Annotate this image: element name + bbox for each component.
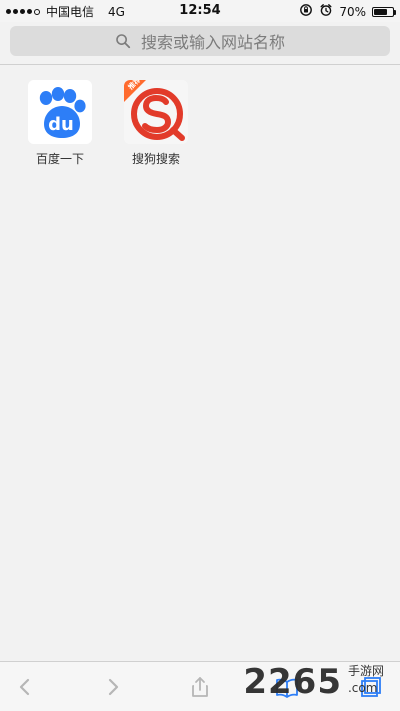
watermark-number: 2265	[243, 662, 342, 702]
status-bar: 中国电信 4G 12:54 70%	[0, 0, 400, 22]
favorites-grid: du 百度一下 推荐 搜狗搜索	[28, 80, 188, 167]
favorite-item-baidu[interactable]: du 百度一下	[28, 80, 92, 167]
top-divider	[0, 64, 400, 65]
share-icon	[192, 677, 208, 697]
chevron-left-icon	[19, 678, 30, 696]
sogou-icon: 推荐	[124, 80, 188, 144]
watermark-tld: .com	[347, 681, 378, 695]
status-right: 70%	[299, 3, 396, 20]
forward-button[interactable]	[98, 672, 128, 702]
battery-icon	[372, 6, 396, 17]
baidu-du-text: du	[48, 114, 74, 135]
share-button[interactable]	[185, 672, 215, 702]
favorite-label: 百度一下	[35, 152, 84, 166]
baidu-tile[interactable]: du	[28, 80, 92, 144]
favorite-item-sogou[interactable]: 推荐 搜狗搜索	[124, 80, 188, 167]
watermark-suffix: 手游网	[347, 664, 384, 678]
address-bar[interactable]: 搜索或输入网站名称	[10, 26, 390, 56]
baidu-icon: du	[28, 80, 92, 144]
rotation-lock-icon	[299, 3, 313, 20]
address-placeholder: 搜索或输入网站名称	[140, 33, 285, 52]
chevron-right-icon	[108, 678, 119, 696]
search-icon	[115, 33, 131, 49]
sogou-tile[interactable]: 推荐	[124, 80, 188, 144]
battery-percent: 70%	[339, 4, 366, 19]
watermark: 2265 手游网 .com	[243, 662, 384, 699]
back-button[interactable]	[10, 672, 40, 702]
battery-fill	[374, 8, 387, 15]
alarm-icon	[319, 3, 333, 20]
bottom-toolbar: 2265 手游网 .com	[0, 661, 400, 711]
favorite-label: 搜狗搜索	[131, 152, 180, 166]
